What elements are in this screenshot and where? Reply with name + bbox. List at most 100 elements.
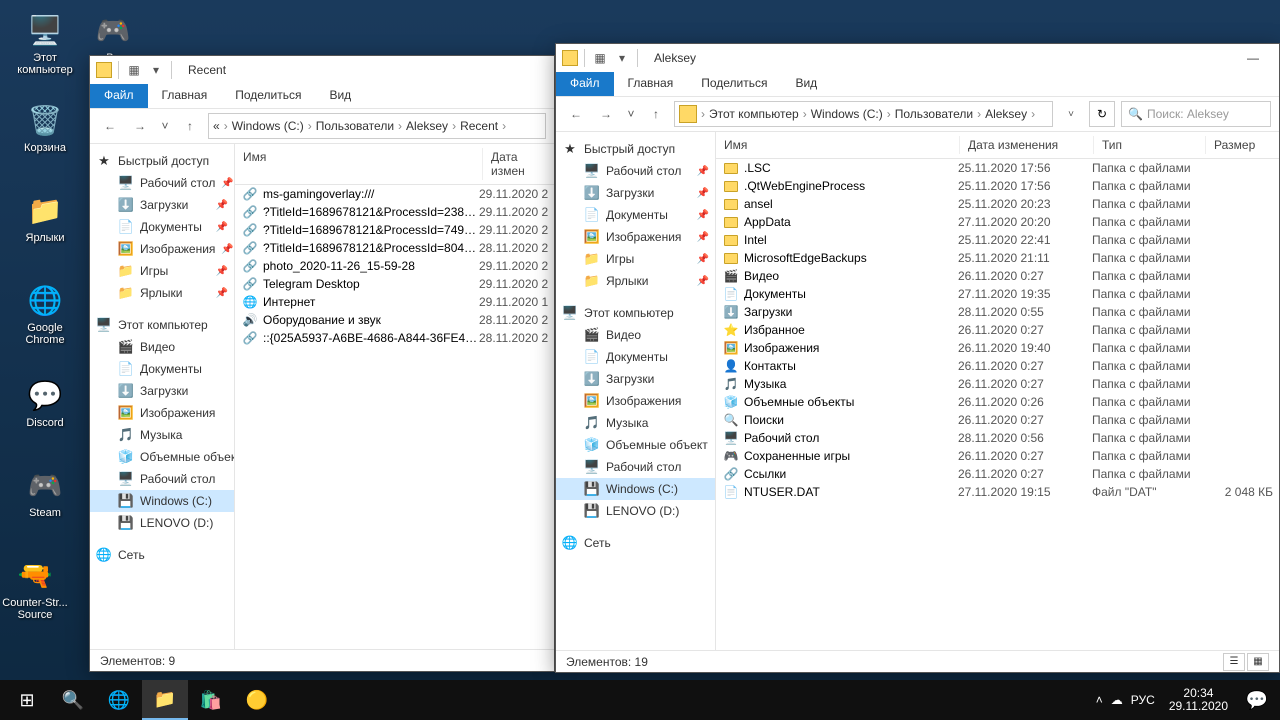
file-row[interactable]: 🎵Музыка26.11.2020 0:27Папка с файлами [716, 375, 1279, 393]
nav-item[interactable]: 🖼️Изображения📌 [90, 238, 234, 260]
view-icons-button[interactable]: ▦ [1247, 653, 1269, 671]
ribbon-tab-вид[interactable]: Вид [315, 84, 365, 108]
nav-item[interactable]: ⬇️Загрузки [556, 368, 715, 390]
file-row[interactable]: 🔗ms-gamingoverlay:///29.11.2020 2 [235, 185, 554, 203]
tray-onedrive-icon[interactable]: ☁ [1111, 693, 1123, 707]
desktop-icon-steam[interactable]: 🎮Steam [10, 465, 80, 519]
store-icon[interactable]: 🛍️ [188, 680, 234, 720]
nav-item[interactable]: ⬇️Загрузки📌 [90, 194, 234, 216]
nav-item[interactable]: 📁Игры📌 [90, 260, 234, 282]
nav-item[interactable]: ⬇️Загрузки [90, 380, 234, 402]
nav-item[interactable]: 💾Windows (C:) [90, 490, 234, 512]
ribbon-tab-вид[interactable]: Вид [781, 72, 831, 96]
file-list[interactable]: .LSC25.11.2020 17:56Папка с файлами.QtWe… [716, 159, 1279, 650]
nav-pane[interactable]: ★Быстрый доступ🖥️Рабочий стол📌⬇️Загрузки… [556, 132, 716, 650]
file-row[interactable]: 🔊Оборудование и звук28.11.2020 2 [235, 311, 554, 329]
back-button[interactable]: ← [564, 102, 588, 126]
col-date[interactable]: Дата изменения [960, 136, 1094, 154]
nav-item[interactable]: 🧊Объемные объект [90, 446, 234, 468]
qat-properties-icon[interactable]: ▦ [125, 61, 143, 79]
breadcrumb-segment[interactable]: Пользователи [895, 107, 973, 121]
address-dropdown[interactable]: ˅ [1059, 102, 1083, 126]
file-row[interactable]: .LSC25.11.2020 17:56Папка с файлами [716, 159, 1279, 177]
nav-item[interactable]: 📄Документы📌 [556, 204, 715, 226]
file-row[interactable]: 🔗Ссылки26.11.2020 0:27Папка с файлами [716, 465, 1279, 483]
nav-item[interactable]: ⬇️Загрузки📌 [556, 182, 715, 204]
nav-network[interactable]: 🌐Сеть [90, 544, 234, 566]
nav-item[interactable]: 🖥️Рабочий стол [90, 468, 234, 490]
nav-item[interactable]: 🖥️Рабочий стол [556, 456, 715, 478]
forward-button[interactable]: → [594, 102, 618, 126]
file-row[interactable]: 🔗photo_2020-11-26_15-59-2829.11.2020 2 [235, 257, 554, 275]
recent-dropdown[interactable]: ˅ [158, 114, 172, 138]
ribbon-tab-поделиться[interactable]: Поделиться [221, 84, 315, 108]
explorer-icon[interactable]: 📁 [142, 680, 188, 720]
nav-item[interactable]: 📁Игры📌 [556, 248, 715, 270]
desktop-icon-chrome[interactable]: 🌐GoogleChrome [10, 280, 80, 346]
file-row[interactable]: MicrosoftEdgeBackups25.11.2020 21:11Папк… [716, 249, 1279, 267]
col-size[interactable]: Размер [1206, 136, 1279, 154]
titlebar[interactable]: ▦▾ Aleksey — [556, 44, 1279, 72]
breadcrumb-segment[interactable]: Aleksey [406, 119, 448, 133]
nav-quick-access[interactable]: ★Быстрый доступ [90, 150, 234, 172]
explorer-window-recent[interactable]: ▦▾ Recent ФайлГлавнаяПоделитьсяВид ← → ˅… [89, 55, 555, 672]
file-row[interactable]: AppData27.11.2020 20:20Папка с файлами [716, 213, 1279, 231]
nav-item[interactable]: 📄Документы📌 [90, 216, 234, 238]
tray-chevron-icon[interactable]: ˄ [1096, 693, 1103, 707]
file-row[interactable]: 🔗::{025A5937-A6BE-4686-A844-36FE4BEC8...… [235, 329, 554, 347]
breadcrumb-segment[interactable]: Этот компьютер [709, 107, 799, 121]
nav-item[interactable]: 💾LENOVO (D:) [90, 512, 234, 534]
clock[interactable]: 20:34 29.11.2020 [1163, 687, 1234, 713]
breadcrumb-segment[interactable]: Windows (C:) [232, 119, 304, 133]
file-row[interactable]: 🖥️Рабочий стол28.11.2020 0:56Папка с фай… [716, 429, 1279, 447]
file-row[interactable]: ansel25.11.2020 20:23Папка с файлами [716, 195, 1279, 213]
col-name[interactable]: Имя [716, 136, 960, 154]
nav-item[interactable]: 🎵Музыка [90, 424, 234, 446]
nav-item[interactable]: 📁Ярлыки📌 [556, 270, 715, 292]
chrome-icon[interactable]: 🟡 [234, 680, 280, 720]
nav-item[interactable]: 🖼️Изображения [90, 402, 234, 424]
nav-this-pc[interactable]: 🖥️Этот компьютер [90, 314, 234, 336]
file-list[interactable]: 🔗ms-gamingoverlay:///29.11.2020 2🔗?Title… [235, 185, 554, 649]
file-row[interactable]: 🔗?TitleId=1689678121&ProcessId=8048&...2… [235, 239, 554, 257]
nav-item[interactable]: 💾LENOVO (D:) [556, 500, 715, 522]
file-row[interactable]: 🧊Объемные объекты26.11.2020 0:26Папка с … [716, 393, 1279, 411]
refresh-button[interactable]: ↻ [1089, 101, 1115, 127]
qat-dropdown-icon[interactable]: ▾ [613, 49, 631, 67]
search-button[interactable]: 🔍 [50, 680, 96, 720]
file-row[interactable]: 🔗Telegram Desktop29.11.2020 2 [235, 275, 554, 293]
recent-dropdown[interactable]: ˅ [624, 102, 638, 126]
file-row[interactable]: 🎬Видео26.11.2020 0:27Папка с файлами [716, 267, 1279, 285]
file-row[interactable]: ⬇️Загрузки28.11.2020 0:55Папка с файлами [716, 303, 1279, 321]
file-row[interactable]: 🖼️Изображения26.11.2020 19:40Папка с фай… [716, 339, 1279, 357]
breadcrumb-segment[interactable]: Aleksey [985, 107, 1027, 121]
nav-item[interactable]: 💾Windows (C:) [556, 478, 715, 500]
col-type[interactable]: Тип [1094, 136, 1206, 154]
col-name[interactable]: Имя [235, 148, 483, 180]
nav-item[interactable]: 🖥️Рабочий стол📌 [90, 172, 234, 194]
forward-button[interactable]: → [128, 114, 152, 138]
back-button[interactable]: ← [98, 114, 122, 138]
nav-network[interactable]: 🌐Сеть [556, 532, 715, 554]
qat-dropdown-icon[interactable]: ▾ [147, 61, 165, 79]
titlebar[interactable]: ▦▾ Recent [90, 56, 554, 84]
nav-item[interactable]: 🎬Видео [556, 324, 715, 346]
nav-pane[interactable]: ★Быстрый доступ🖥️Рабочий стол📌⬇️Загрузки… [90, 144, 235, 649]
desktop-icon-cs-source[interactable]: 🔫Counter-Str...Source [0, 555, 70, 621]
desktop-icon-recycle-bin[interactable]: 🗑️Корзина [10, 100, 80, 154]
system-tray[interactable]: ˄ ☁ РУС 20:34 29.11.2020 💬 [1096, 680, 1276, 720]
file-row[interactable]: 🔗?TitleId=1689678121&ProcessId=7492&...2… [235, 221, 554, 239]
nav-item[interactable]: 🖼️Изображения [556, 390, 715, 412]
view-details-button[interactable]: ☰ [1223, 653, 1245, 671]
file-row[interactable]: .QtWebEngineProcess25.11.2020 17:56Папка… [716, 177, 1279, 195]
column-headers[interactable]: Имя Дата изменения Тип Размер [716, 132, 1279, 159]
file-row[interactable]: 📄NTUSER.DAT27.11.2020 19:15Файл "DAT"2 0… [716, 483, 1279, 501]
nav-item[interactable]: 📄Документы [556, 346, 715, 368]
file-row[interactable]: 🌐Интернет29.11.2020 1 [235, 293, 554, 311]
up-button[interactable]: ↑ [644, 102, 668, 126]
col-date[interactable]: Дата измен [483, 148, 554, 180]
search-box[interactable]: 🔍Поиск: Aleksey [1121, 101, 1271, 127]
ribbon-tab-файл[interactable]: Файл [556, 72, 614, 96]
file-row[interactable]: 🔗?TitleId=1689678121&ProcessId=2384&...2… [235, 203, 554, 221]
nav-item[interactable]: 🖼️Изображения📌 [556, 226, 715, 248]
